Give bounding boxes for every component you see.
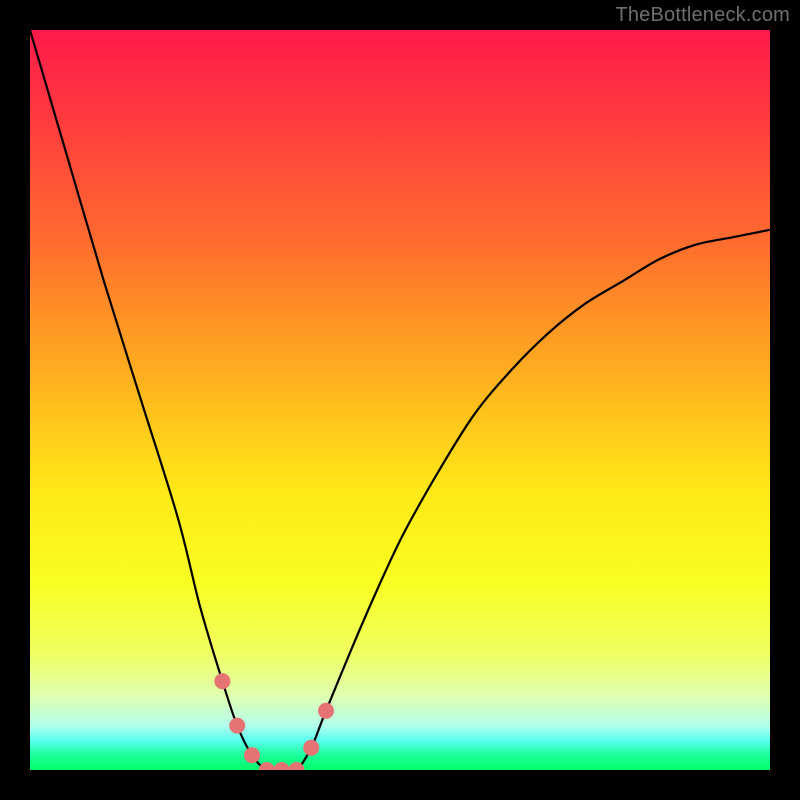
curve-marker bbox=[214, 673, 230, 689]
marker-group bbox=[214, 673, 334, 770]
curve-marker bbox=[303, 740, 319, 756]
curve-marker bbox=[244, 747, 260, 763]
curve-marker bbox=[229, 718, 245, 734]
curve-marker bbox=[274, 762, 290, 770]
plot-area bbox=[30, 30, 770, 770]
curve-marker bbox=[318, 703, 334, 719]
bottleneck-curve bbox=[30, 30, 770, 770]
chart-frame: TheBottleneck.com bbox=[0, 0, 800, 800]
curve-marker bbox=[259, 762, 275, 770]
attribution-text: TheBottleneck.com bbox=[615, 4, 790, 27]
curve-svg bbox=[30, 30, 770, 770]
